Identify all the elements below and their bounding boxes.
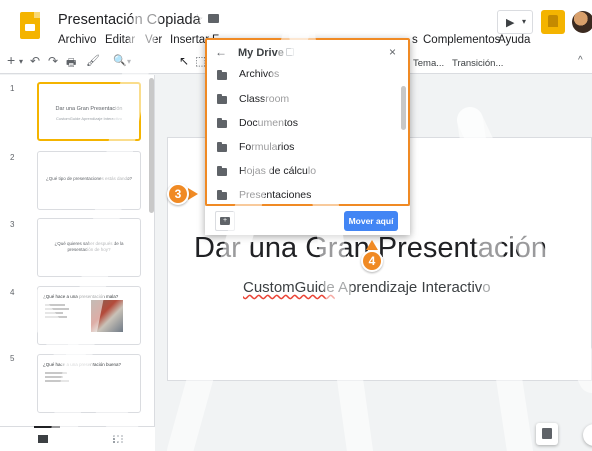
theme-button[interactable]: Tema...	[413, 58, 444, 69]
zoom-icon[interactable]: 🔍	[113, 54, 127, 67]
side-panel-button[interactable]	[583, 424, 592, 446]
thumbnail-bullet-line	[45, 376, 63, 378]
folder-item-formularios[interactable]: Formularios	[205, 136, 401, 160]
folder-icon	[217, 94, 227, 104]
chevron-down-icon[interactable]: ▾	[127, 57, 131, 66]
redo-icon[interactable]: ↷	[48, 54, 58, 68]
thumbnail-title: Dar una Gran Presentación	[55, 106, 123, 112]
folder-label: Formularios	[239, 141, 295, 153]
folder-icon	[217, 166, 227, 176]
slide-thumbnail-4[interactable]: ¿Qué hace a una presentación mala?	[37, 286, 141, 345]
avatar[interactable]	[572, 11, 592, 33]
menu-archivo[interactable]: Archivo	[58, 34, 96, 46]
thumbnail-photo	[91, 300, 123, 332]
callout-arrow	[188, 188, 198, 200]
step-callout-3: 3	[167, 183, 189, 205]
chevron-up-icon[interactable]: ^	[578, 55, 583, 66]
slide-subtitle[interactable]: CustomGuide Aprendizaje Interactivo	[243, 279, 491, 296]
folder-label: Hojas de cálculo	[239, 165, 317, 177]
thumbnail-bullet-line	[45, 380, 69, 382]
thumbnail-bullet-line	[45, 372, 67, 374]
slide-number: 5	[10, 354, 15, 363]
slide-number: 3	[10, 220, 15, 229]
present-icon: ▶	[506, 17, 515, 29]
folder-label: Documentos	[239, 117, 298, 129]
thumbnail-bullet-line	[45, 316, 67, 318]
slides-logo-icon[interactable]	[20, 12, 40, 39]
folder-icon	[217, 118, 227, 128]
folder-item-hojas-de-calculo[interactable]: Hojas de cálculo	[205, 160, 401, 184]
dialog-title: My Drive	[238, 47, 284, 59]
folder-label: Classroom	[239, 93, 290, 105]
paint-format-icon[interactable]: 🖌	[86, 54, 100, 67]
slide-number: 2	[10, 153, 15, 162]
explore-button[interactable]	[536, 423, 558, 445]
dialog-footer: + Mover aquí	[205, 205, 410, 235]
thumbnail-title: ¿Qué quieres saber después de la present…	[54, 241, 124, 252]
thumbnail-title: ¿Qué hace a una presentación mala?	[43, 294, 119, 299]
chevron-down-icon[interactable]: ▾	[19, 57, 23, 66]
menu-complementos[interactable]: Complementos	[423, 34, 500, 46]
filmstrip-view-indicator	[34, 426, 60, 428]
move-to-folder-dialog: ← My Drive × Archivos Classroom Document…	[205, 38, 410, 235]
menu-insertar[interactable]: Insertar	[170, 34, 209, 46]
dialog-scrollbar[interactable]	[401, 86, 406, 130]
present-button[interactable]: ▶ ▾	[497, 10, 533, 34]
filmstrip-scrollbar[interactable]	[149, 78, 154, 213]
folder-icon	[217, 190, 227, 200]
select-cursor-icon[interactable]: ↖	[179, 54, 189, 68]
folder-icon	[217, 70, 227, 80]
open-in-new-icon[interactable]	[286, 48, 294, 56]
filmstrip-view-icon[interactable]	[38, 435, 48, 443]
thumbnail-title: ¿Qué tipo de presentaciones estás dando?	[45, 176, 133, 181]
menu-editar[interactable]: Editar	[105, 34, 135, 46]
menu-herramientas-partial[interactable]: s	[412, 34, 418, 46]
grid-view-icon[interactable]	[113, 435, 123, 443]
slide-number: 4	[10, 288, 15, 297]
subtitle-brand: CustomGuide	[243, 279, 335, 296]
new-slide-icon[interactable]: +	[7, 52, 15, 68]
folder-icon	[217, 142, 227, 152]
thumbnail-bullet-line	[45, 308, 69, 310]
thumbnail-title: ¿Qué hace a una presentación buena?	[43, 362, 122, 367]
share-button[interactable]	[541, 10, 565, 34]
chevron-down-icon: ▾	[522, 17, 527, 26]
close-icon[interactable]: ×	[389, 45, 396, 59]
slide-number: 1	[10, 84, 15, 93]
star-icon[interactable]: ☆	[191, 11, 204, 28]
folder-label: Archivos	[239, 68, 280, 80]
step-callout-4: 4	[361, 250, 383, 272]
callout-arrow	[366, 240, 378, 250]
slide-thumbnail-2[interactable]: ¿Qué tipo de presentaciones estás dando?	[37, 151, 141, 210]
menu-ayuda[interactable]: Ayuda	[498, 34, 530, 46]
thumbnail-subtitle: CustomGuide Aprendizaje Interactivo	[55, 116, 123, 121]
folder-label: Presentaciones	[239, 189, 312, 201]
document-title[interactable]: Presentación Copiada	[58, 12, 201, 28]
subtitle-rest: Aprendizaje Interactivo	[334, 279, 491, 296]
lock-icon	[548, 15, 558, 27]
back-arrow-icon[interactable]: ←	[215, 45, 227, 59]
folder-item-archivos[interactable]: Archivos	[205, 64, 401, 88]
print-icon[interactable]: 🖶	[66, 54, 76, 73]
move-folder-icon[interactable]	[208, 14, 219, 23]
slide-thumbnail-3[interactable]: ¿Qué quieres saber después de la present…	[37, 218, 141, 277]
undo-icon[interactable]: ↶	[30, 54, 40, 68]
menu-ver[interactable]: Ver	[145, 34, 162, 46]
slide-thumbnail-1[interactable]: Dar una Gran Presentación CustomGuide Ap…	[37, 82, 141, 141]
new-folder-button[interactable]: +	[215, 211, 235, 231]
thumbnail-bullet-line	[45, 304, 65, 306]
slide-thumbnail-5[interactable]: ¿Qué hace a una presentación buena?	[37, 354, 141, 413]
folder-item-classroom[interactable]: Classroom	[205, 88, 401, 112]
thumbnail-bullet-line	[45, 312, 63, 314]
filmstrip-footer	[0, 426, 155, 451]
folder-item-documentos[interactable]: Documentos	[205, 112, 401, 136]
transition-button[interactable]: Transición...	[452, 58, 503, 69]
explore-icon	[542, 428, 552, 439]
new-folder-icon: +	[220, 217, 230, 225]
move-here-button[interactable]: Mover aquí	[344, 211, 398, 231]
